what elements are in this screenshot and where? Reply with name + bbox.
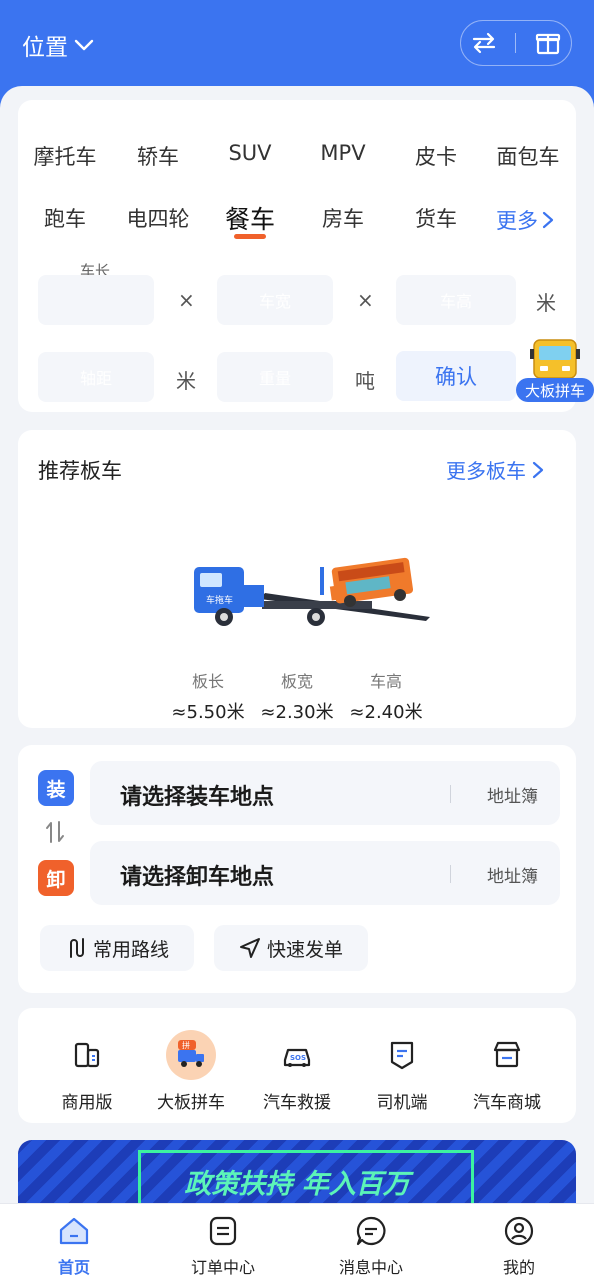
sos-text: SOS <box>290 1054 306 1062</box>
spec-board-length: 板长 ≈5.50米 <box>168 668 248 724</box>
category-rv[interactable]: 房车 <box>322 203 364 233</box>
tab-messages[interactable]: 消息中心 <box>311 1214 431 1278</box>
recommend-title: 推荐板车 <box>38 459 122 483</box>
tab-profile[interactable]: 我的 <box>459 1214 579 1278</box>
tab-label: 首页 <box>57 1258 90 1277</box>
tab-label: 订单中心 <box>190 1258 255 1277</box>
tab-home[interactable]: 首页 <box>14 1214 134 1278</box>
tab-label: 消息中心 <box>338 1258 403 1277</box>
carpool-truck-icon: 拼 <box>178 1040 204 1067</box>
location-label: 位置 <box>22 35 68 61</box>
width-input[interactable]: 车宽 <box>217 275 333 325</box>
unload-tag: 卸 <box>38 860 74 896</box>
promo-banner[interactable]: 政策扶持 年入百万 <box>18 1140 576 1206</box>
swap-icon[interactable] <box>44 820 66 844</box>
service-name: 汽车商城 <box>473 1093 541 1113</box>
driver-icon <box>390 1041 414 1070</box>
category-sports-car[interactable]: 跑车 <box>44 203 86 233</box>
chevron-right-icon <box>542 211 554 229</box>
active-tab-indicator <box>234 234 266 239</box>
service-carpool[interactable]: 拼 大板拼车 <box>141 1030 241 1113</box>
carpool-badge-text: 拼 <box>182 1040 190 1050</box>
service-name: 司机端 <box>376 1093 428 1113</box>
spec-vehicle-height: 车高 ≈2.40米 <box>346 668 426 724</box>
times-symbol: × <box>357 288 374 312</box>
service-driver[interactable]: 司机端 <box>352 1030 452 1113</box>
bottom-tab-bar: 首页 订单中心 消息中心 我的 <box>0 1203 594 1280</box>
banner-text: 政策扶持 年入百万 <box>184 1169 410 1200</box>
route-icon <box>69 938 84 958</box>
service-rescue[interactable]: SOS 汽车救援 <box>247 1030 347 1113</box>
weight-input[interactable]: 重量 <box>217 352 333 402</box>
category-motorcycle[interactable]: 摩托车 <box>34 141 97 171</box>
unit-meter: 米 <box>176 369 196 393</box>
service-name: 商用版 <box>61 1093 113 1113</box>
length-input[interactable] <box>38 275 154 325</box>
common-routes-button[interactable]: 常用路线 <box>40 925 194 971</box>
spec-label: 板长 <box>191 672 224 691</box>
more-label: 更多 <box>496 209 538 233</box>
message-icon <box>356 1216 386 1246</box>
load-address-field[interactable]: 请选择装车地点 地址簿 <box>90 761 560 825</box>
unload-address-field[interactable]: 请选择卸车地点 地址簿 <box>90 841 560 905</box>
home-icon <box>59 1217 89 1245</box>
spec-board-width: 板宽 ≈2.30米 <box>257 668 337 724</box>
category-suv[interactable]: SUV <box>228 141 271 165</box>
service-name: 汽车救援 <box>263 1093 331 1113</box>
service-name: 大板拼车 <box>157 1093 225 1113</box>
category-van[interactable]: 面包车 <box>497 141 560 171</box>
spec-label: 车高 <box>369 672 402 691</box>
send-icon <box>239 938 260 958</box>
chevron-right-icon <box>532 461 544 478</box>
unit-ton: 吨 <box>355 369 375 393</box>
times-symbol: × <box>178 288 195 312</box>
quick-order-label: 快速发单 <box>266 938 343 961</box>
unload-address-text: 请选择卸车地点 <box>120 865 275 890</box>
confirm-button[interactable]: 确认 <box>396 351 516 401</box>
truck-label: 车拖车 <box>206 594 233 606</box>
gift-icon[interactable] <box>534 29 562 57</box>
quick-order-button[interactable]: 快速发单 <box>214 925 368 971</box>
category-pickup[interactable]: 皮卡 <box>415 141 457 171</box>
height-input[interactable]: 车高 <box>396 275 516 325</box>
tab-orders[interactable]: 订单中心 <box>163 1214 283 1278</box>
store-icon <box>493 1041 521 1068</box>
top-actions <box>460 20 572 66</box>
carpool-badge[interactable]: 大板拼车 <box>516 378 594 402</box>
more-trailers-label: 更多板车 <box>446 459 526 483</box>
tow-truck-illustration: 车拖车 <box>194 557 430 626</box>
category-sedan[interactable]: 轿车 <box>137 141 179 171</box>
building-icon <box>74 1042 100 1068</box>
more-trailers-link[interactable]: 更多板车 <box>446 455 544 484</box>
chevron-down-icon <box>74 39 94 51</box>
category-food-truck[interactable]: 餐车 <box>225 200 275 236</box>
more-categories-button[interactable]: 更多 <box>496 205 554 235</box>
spec-value: ≈2.40米 <box>349 702 423 723</box>
address-book-link[interactable]: 地址簿 <box>487 862 538 887</box>
spec-value: ≈5.50米 <box>171 702 245 723</box>
location-selector[interactable]: 位置 <box>22 28 94 62</box>
divider <box>450 865 451 883</box>
load-tag: 装 <box>38 770 74 806</box>
service-business[interactable]: 商用版 <box>37 1030 137 1113</box>
service-mall[interactable]: 汽车商城 <box>457 1030 557 1113</box>
unit-meter: 米 <box>536 291 556 315</box>
orders-icon <box>209 1216 237 1246</box>
sos-car-icon: SOS <box>283 1048 311 1067</box>
tab-label: 我的 <box>502 1258 535 1277</box>
spec-label: 板宽 <box>280 672 313 691</box>
category-mpv[interactable]: MPV <box>320 141 365 165</box>
spec-value: ≈2.30米 <box>260 702 334 723</box>
address-book-link[interactable]: 地址簿 <box>487 782 538 807</box>
switch-icon[interactable] <box>470 29 498 57</box>
category-electric-4wheel[interactable]: 电四轮 <box>127 203 190 233</box>
common-routes-label: 常用路线 <box>92 938 169 961</box>
load-address-text: 请选择装车地点 <box>120 785 275 810</box>
wheelbase-input[interactable]: 轴距 <box>38 352 154 402</box>
divider <box>450 785 451 803</box>
divider <box>515 33 517 53</box>
category-truck[interactable]: 货车 <box>415 203 457 233</box>
profile-icon <box>504 1216 534 1246</box>
